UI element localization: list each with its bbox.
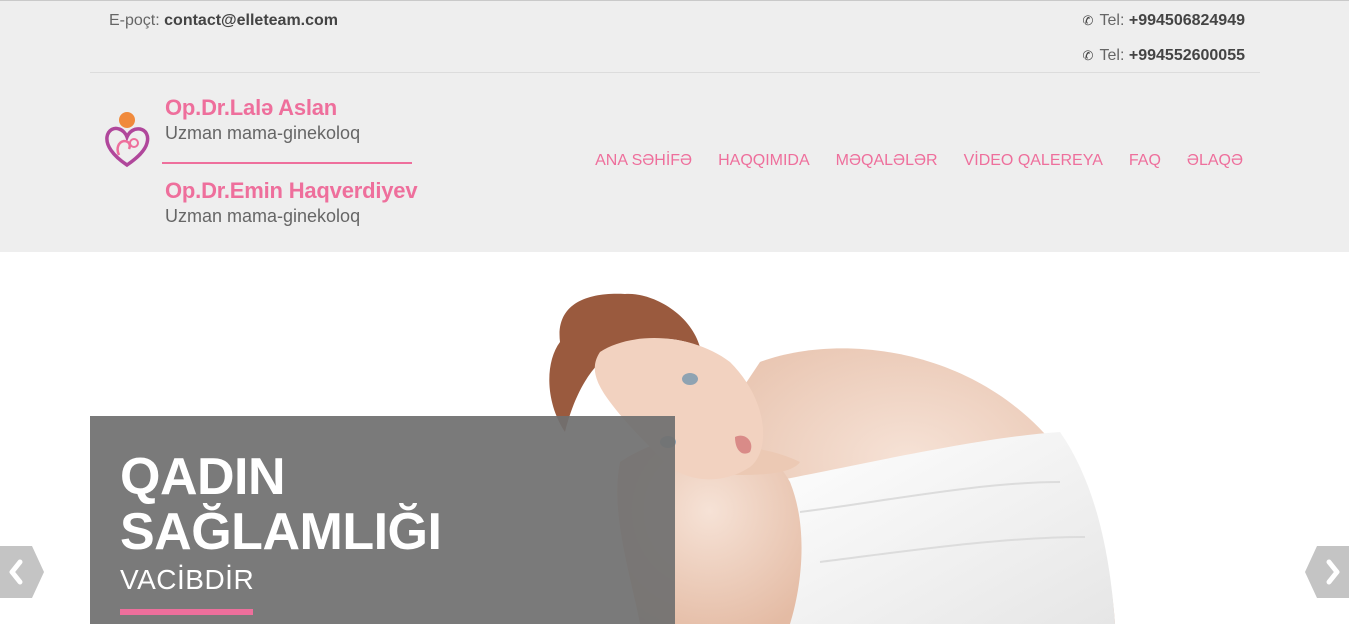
doctor-title: Uzman mama-ginekoloq [165, 123, 361, 143]
slide-caption: QADIN SAĞLAMLIĞI VACİBDİR [90, 416, 675, 624]
main-nav: ANA SƏHİFƏ HAQQIMIDA MƏQALƏLƏR VİDEO QAL… [595, 152, 1243, 170]
doctor-name[interactable]: Op.Dr.Lalə Aslan [165, 95, 360, 121]
heart-mother-baby-logo[interactable] [104, 111, 152, 171]
nav-articles[interactable]: MƏQALƏLƏR [836, 152, 938, 170]
chevron-right-icon [1305, 546, 1349, 598]
nav-about[interactable]: HAQQIMIDA [718, 152, 810, 170]
nav-faq[interactable]: FAQ [1129, 152, 1161, 170]
slide-title: QADIN SAĞLAMLIĞI [120, 448, 442, 561]
slide-title-line-2: SAĞLAMLIĞI [120, 503, 442, 561]
phone-label: Tel: [1099, 12, 1129, 29]
nav-video-gallery[interactable]: VİDEO QALEREYA [964, 152, 1103, 170]
slider-prev-button[interactable] [0, 546, 44, 598]
slide-subtitle: VACİBDİR [120, 564, 255, 595]
phone-icon: ✆ [1082, 13, 1094, 28]
email-label: E-poçt: [109, 12, 165, 29]
doctor-2: Op.Dr.Emin Haqverdiyev Uzman mama-gineko… [165, 178, 418, 227]
email-contact: E-poçt: contact@elleteam.com [109, 12, 338, 30]
doctor-name[interactable]: Op.Dr.Emin Haqverdiyev [165, 178, 418, 204]
phone-number-2[interactable]: +994552600055 [1129, 47, 1245, 64]
doctor-1: Op.Dr.Lalə Aslan Uzman mama-ginekoloq [165, 95, 360, 144]
phone-number-1[interactable]: +994506824949 [1129, 12, 1245, 29]
nav-home[interactable]: ANA SƏHİFƏ [595, 152, 692, 170]
phone-icon: ✆ [1082, 48, 1094, 63]
slide-title-line-1: QADIN [120, 448, 286, 506]
slide-underline [120, 609, 253, 615]
phone-contact-1: ✆ Tel: +994506824949 [1083, 12, 1245, 30]
slider-next-button[interactable] [1305, 546, 1349, 598]
chevron-left-icon [0, 546, 44, 598]
doctor-divider [162, 162, 412, 164]
phone-contact-2: ✆ Tel: +994552600055 [1083, 47, 1245, 65]
contact-topbar: E-poçt: contact@elleteam.com ✆ Tel: +9945… [90, 1, 1260, 73]
email-link[interactable]: contact@elleteam.com [164, 12, 338, 29]
doctor-title: Uzman mama-ginekoloq [165, 206, 361, 226]
site-header: E-poçt: contact@elleteam.com ✆ Tel: +9945… [0, 0, 1349, 252]
hero-slider: QADIN SAĞLAMLIĞI VACİBDİR [0, 252, 1349, 624]
nav-contact[interactable]: ƏLAQƏ [1187, 152, 1243, 170]
phone-label: Tel: [1099, 47, 1129, 64]
